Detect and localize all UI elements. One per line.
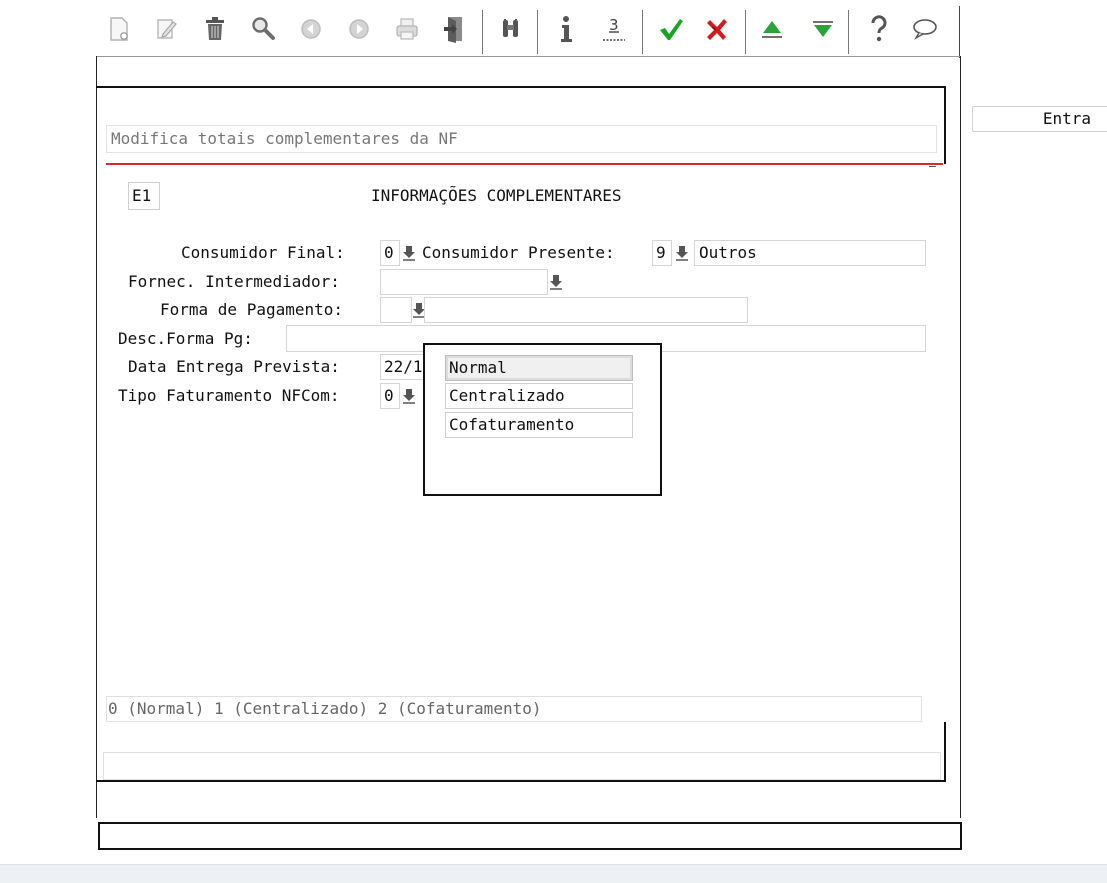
fornec-intermediador-label: Fornec. Intermediador: bbox=[128, 272, 340, 291]
cancel-x-icon[interactable] bbox=[702, 12, 732, 46]
previous-icon[interactable] bbox=[296, 12, 326, 46]
trash-icon[interactable] bbox=[200, 12, 230, 46]
fornec-intermediador-input[interactable] bbox=[380, 269, 548, 295]
screen-description: Modifica totais complementares da NF bbox=[106, 125, 937, 153]
header-tick bbox=[929, 166, 936, 167]
option-normal[interactable]: Normal bbox=[445, 355, 633, 381]
toolbar-separator bbox=[642, 10, 643, 54]
inner-frame-right-bottom bbox=[944, 722, 946, 782]
data-entrega-label: Data Entrega Prevista: bbox=[128, 357, 340, 376]
tipo-faturamento-options-popup: Normal Centralizado Cofaturamento bbox=[423, 343, 662, 496]
data-entrega-input[interactable]: 22/1 bbox=[380, 354, 426, 380]
forma-pagamento-label: Forma de Pagamento: bbox=[160, 300, 344, 319]
print-icon[interactable] bbox=[392, 12, 422, 46]
confirm-check-icon[interactable] bbox=[656, 12, 686, 46]
help-icon[interactable] bbox=[864, 12, 894, 46]
header-red-line bbox=[106, 163, 943, 165]
toolbar-separator bbox=[537, 10, 538, 54]
chat-icon[interactable] bbox=[910, 12, 940, 46]
tipo-faturamento-label: Tipo Faturamento NFCom: bbox=[118, 386, 340, 405]
screen-title: INFORMAÇÕES COMPLEMENTARES bbox=[371, 186, 622, 205]
forma-pagamento-input[interactable] bbox=[380, 297, 412, 323]
forma-pagamento-description bbox=[424, 297, 748, 323]
outer-frame-right bbox=[960, 56, 961, 818]
desc-forma-pg-label: Desc.Forma Pg: bbox=[118, 329, 253, 348]
consumidor-presente-dropdown-icon[interactable] bbox=[674, 242, 690, 264]
toolbar-edge bbox=[959, 6, 960, 58]
consumidor-presente-description: Outros bbox=[694, 240, 926, 266]
fornec-intermediador-dropdown-icon[interactable] bbox=[548, 271, 564, 293]
next-icon[interactable] bbox=[344, 12, 374, 46]
binoculars-icon[interactable] bbox=[496, 12, 526, 46]
status-message bbox=[103, 752, 941, 780]
toolbar-separator bbox=[848, 10, 849, 54]
inner-frame-right-top bbox=[944, 86, 946, 164]
consumidor-presente-label: Consumidor Presente: bbox=[422, 243, 615, 262]
command-box[interactable] bbox=[98, 822, 962, 850]
tipo-faturamento-input[interactable]: 0 bbox=[380, 383, 400, 409]
exit-icon[interactable] bbox=[440, 12, 470, 46]
enter-button[interactable]: Entra bbox=[972, 106, 1107, 132]
consumidor-presente-input[interactable]: 9 bbox=[652, 240, 672, 266]
consumidor-final-label: Consumidor Final: bbox=[181, 243, 345, 262]
window-bottom-bar bbox=[0, 864, 1107, 883]
info-icon[interactable] bbox=[551, 12, 581, 46]
edit-document-icon[interactable] bbox=[152, 12, 182, 46]
option-centralizado[interactable]: Centralizado bbox=[445, 383, 633, 409]
search-icon[interactable] bbox=[248, 12, 278, 46]
option-cofaturamento[interactable]: Cofaturamento bbox=[445, 412, 633, 438]
tipo-faturamento-dropdown-icon[interactable] bbox=[401, 385, 417, 407]
arrow-up-icon[interactable] bbox=[757, 12, 787, 46]
sum-icon[interactable]: 3 bbox=[599, 12, 629, 46]
outer-frame-left bbox=[96, 56, 97, 818]
screen-code: E1 bbox=[128, 182, 160, 210]
consumidor-final-dropdown-icon[interactable] bbox=[401, 242, 417, 264]
new-document-icon[interactable] bbox=[104, 12, 134, 46]
toolbar-bottom-line bbox=[96, 56, 961, 57]
inner-frame-bottom bbox=[96, 780, 946, 782]
arrow-down-icon[interactable] bbox=[808, 12, 838, 46]
consumidor-final-input[interactable]: 0 bbox=[380, 240, 400, 266]
toolbar-separator bbox=[745, 10, 746, 54]
toolbar: 3 bbox=[96, 4, 961, 58]
toolbar-separator bbox=[482, 10, 483, 54]
field-hint: 0 (Normal) 1 (Centralizado) 2 (Cofaturam… bbox=[106, 696, 922, 722]
inner-frame-top bbox=[96, 86, 945, 88]
